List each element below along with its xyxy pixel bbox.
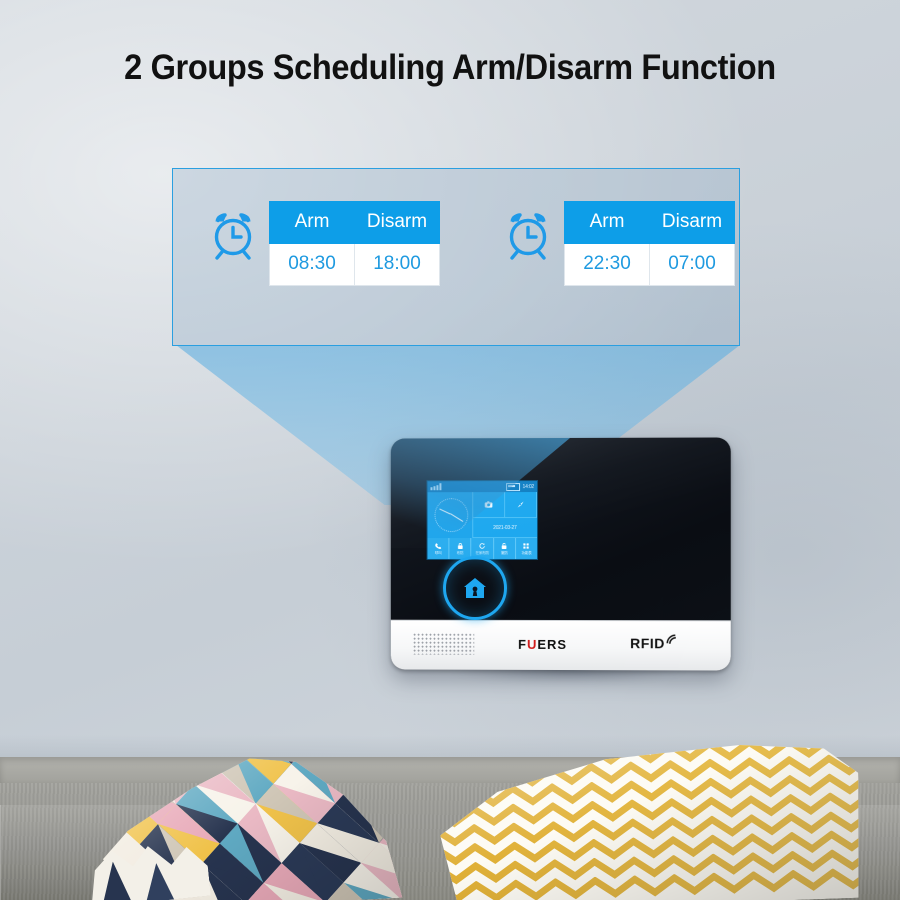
marketing-banner: 2 Groups Scheduling Arm/Disarm Function <box>0 0 900 900</box>
lcd-button-label: 撤防 <box>500 550 508 555</box>
lcd-button-label: 呼叫 <box>434 550 442 555</box>
home-icon <box>464 578 486 598</box>
rfid-wave-icon <box>664 632 678 646</box>
arm-time-value: 22:30 <box>564 243 650 286</box>
speaker-grille-icon <box>412 632 475 655</box>
column-header-arm: Arm <box>269 201 355 244</box>
pillow-triangle <box>95 860 136 900</box>
alarm-control-panel: 14:02 <box>390 437 731 671</box>
brand-accent-letter: U <box>526 636 538 652</box>
disarm-time-value: 18:00 <box>354 243 440 286</box>
brand-prefix: F <box>518 636 527 652</box>
rfid-label: RFID <box>630 635 665 652</box>
lcd-button-label: 在家布防 <box>475 550 489 555</box>
pillow-triangle <box>139 861 178 900</box>
alarm-clock-icon <box>500 207 556 263</box>
schedule-table: Arm Disarm 08:30 18:00 <box>269 201 440 286</box>
page-title: 2 Groups Scheduling Arm/Disarm Function <box>124 48 776 87</box>
schedule-group-2: Arm Disarm 22:30 07:00 <box>500 201 735 286</box>
arm-time-value: 08:30 <box>269 243 355 286</box>
column-header-arm: Arm <box>564 201 650 244</box>
rfid-logo: RFID <box>630 635 678 651</box>
lcd-button-label: 功能表 <box>521 550 532 555</box>
column-header-disarm: Disarm <box>649 201 735 244</box>
device-bottom-bar: F U ERS RFID <box>390 619 731 671</box>
disarm-time-value: 07:00 <box>649 243 735 286</box>
column-header-disarm: Disarm <box>354 201 440 244</box>
schedule-groups: Arm Disarm 08:30 18:00 Arm Disarm 22:30 … <box>173 201 741 286</box>
home-button[interactable] <box>443 556 507 620</box>
table-row: 08:30 18:00 <box>269 243 440 286</box>
brand-logo: F U ERS <box>518 637 567 652</box>
lcd-button-label: 布防 <box>456 550 464 555</box>
schedule-group-1: Arm Disarm 08:30 18:00 <box>205 201 440 286</box>
table-row: 22:30 07:00 <box>564 243 735 286</box>
schedule-panel: Arm Disarm 08:30 18:00 Arm Disarm 22:30 … <box>172 168 740 346</box>
alarm-clock-icon <box>205 207 261 263</box>
schedule-table: Arm Disarm 22:30 07:00 <box>564 201 735 286</box>
brand-suffix: ERS <box>537 636 568 653</box>
